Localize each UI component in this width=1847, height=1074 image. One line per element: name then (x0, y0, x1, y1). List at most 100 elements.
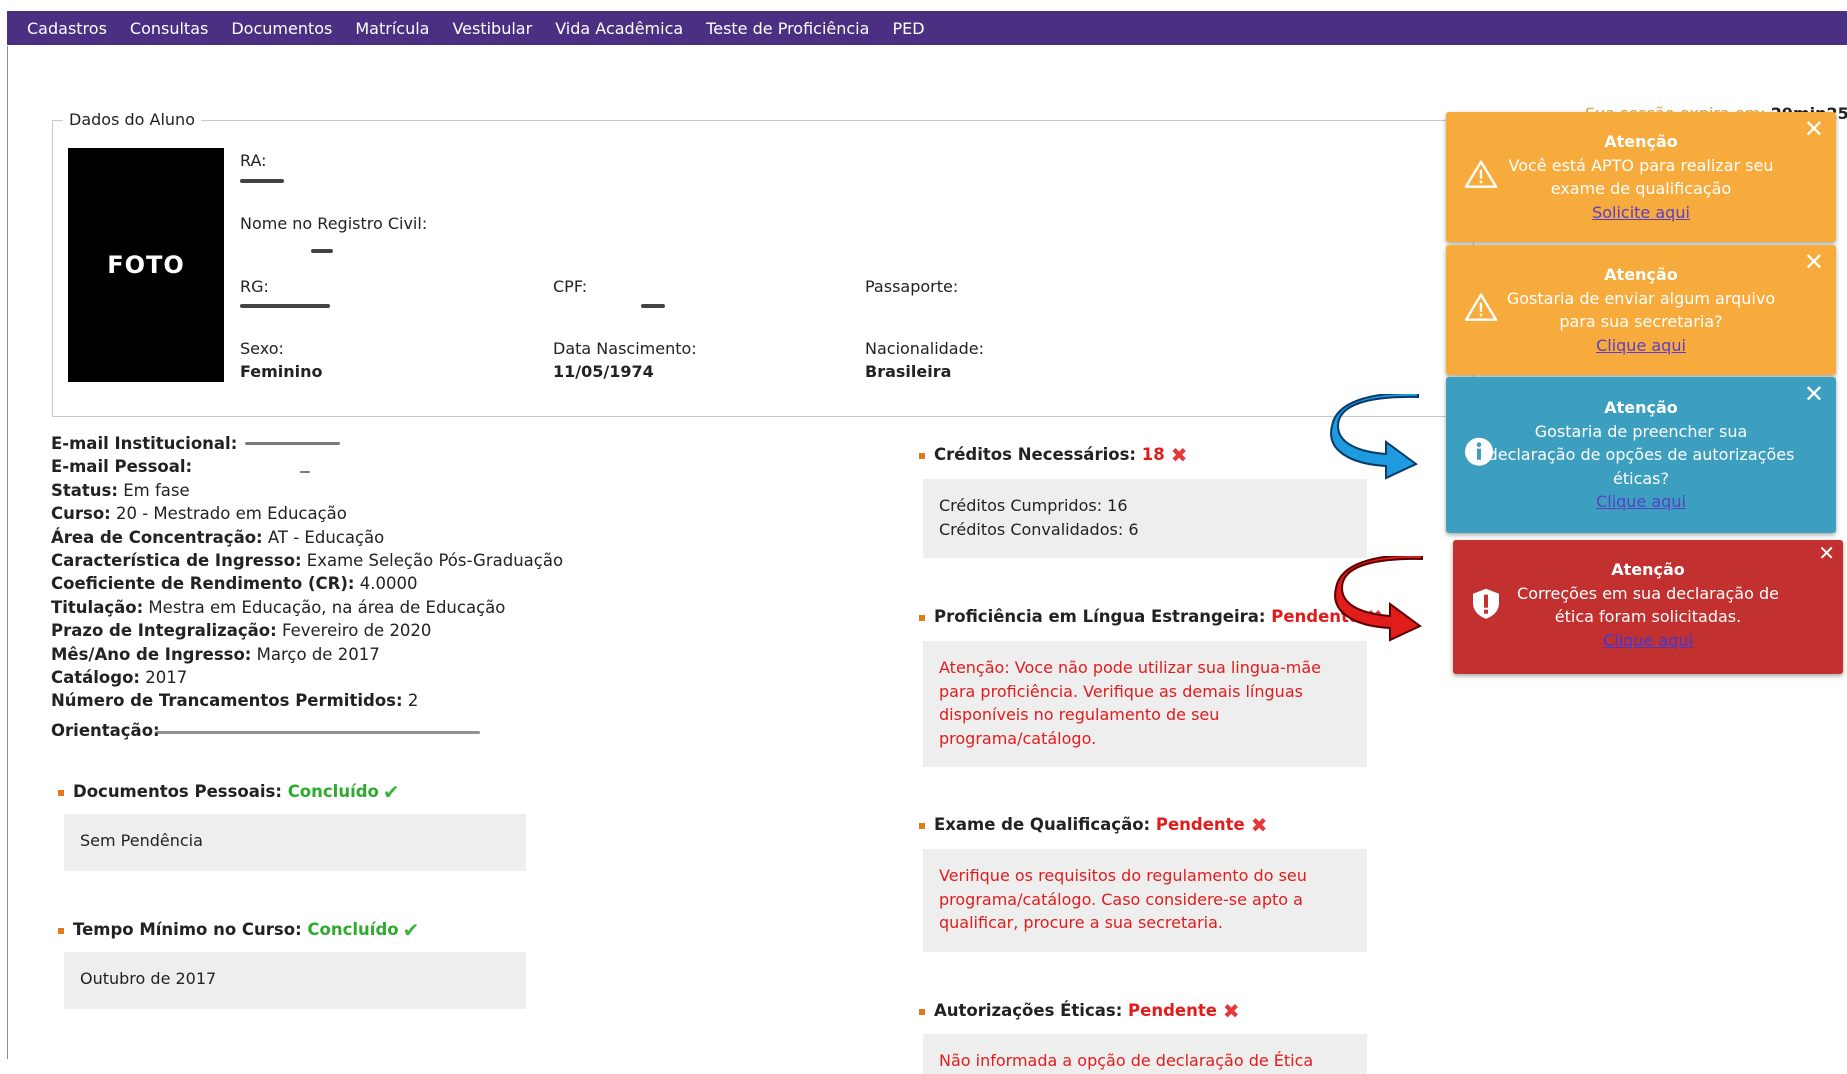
x-icon: ✖ (1170, 443, 1188, 467)
student-photo: FOTO (68, 148, 224, 382)
proficiencia-title: Proficiência em Língua Estrangeira: (934, 607, 1266, 626)
toast-line: declaração de opções de autorizações (1487, 445, 1795, 465)
bullet-icon (919, 822, 925, 829)
info-label: E-mail Pessoal: (51, 457, 193, 477)
info-row: Área de Concentração: AT - Educação (51, 526, 563, 549)
nav-consultas[interactable]: Consultas (130, 19, 208, 38)
student-info-list: E-mail Institucional: E-mail Pessoal: St… (51, 432, 563, 742)
close-icon[interactable]: ✕ (1818, 541, 1835, 566)
bullet-icon (58, 789, 64, 796)
autorizacoes-title: Autorizações Éticas: (934, 1001, 1123, 1020)
nav-vestibular[interactable]: Vestibular (452, 19, 532, 38)
toast-link[interactable]: Solicite aqui (1446, 201, 1836, 225)
info-value: 4.0000 (354, 574, 418, 594)
close-icon[interactable]: ✕ (1804, 117, 1824, 142)
info-label: Mês/Ano de Ingresso: (51, 644, 252, 664)
creditos-status: 18 (1141, 445, 1165, 464)
tempo-box-text: Outubro de 2017 (80, 969, 217, 988)
toast-line: éticas? (1613, 468, 1669, 488)
nome-label: Nome no Registro Civil: (240, 214, 428, 233)
info-value: Em fase (117, 480, 190, 500)
docs-box-text: Sem Pendência (80, 831, 203, 850)
nacionalidade-value: Brasileira (865, 362, 952, 381)
info-row: Status: Em fase (51, 479, 563, 502)
toast-line: para sua secretaria? (1559, 312, 1723, 332)
close-icon[interactable]: ✕ (1804, 250, 1824, 275)
info-icon (1464, 437, 1494, 474)
nav-documentos[interactable]: Documentos (231, 19, 332, 38)
info-label: Característica de Ingresso: (51, 550, 302, 570)
toast-autorizacoes: ✕ Atenção Gostaria de preencher sua decl… (1446, 377, 1836, 533)
nav-ped[interactable]: PED (892, 19, 924, 38)
email-pessoal-redacted (300, 471, 310, 473)
nav-cadastros[interactable]: Cadastros (27, 19, 107, 38)
email-inst-redacted (245, 442, 340, 445)
toast-arquivo: ✕ Atenção Gostaria de enviar algum arqui… (1446, 245, 1836, 375)
tempo-title: Tempo Mínimo no Curso: (73, 920, 302, 939)
info-label: Prazo de Integralização: (51, 621, 277, 641)
toast-title: Atenção (1604, 398, 1678, 417)
nome-value-redacted (311, 249, 333, 253)
nav-matricula[interactable]: Matrícula (355, 19, 429, 38)
bullet-icon (919, 614, 925, 621)
toast-line: Você está APTO para realizar seu (1508, 155, 1774, 175)
autorizacoes-status: Pendente (1128, 1001, 1217, 1020)
creditos-title: Créditos Necessários: (934, 445, 1136, 464)
creditos-box: Créditos Cumpridos: 16 Créditos Convalid… (923, 479, 1367, 558)
proficiencia-section-title: Proficiência em Língua Estrangeira: Pend… (919, 605, 1383, 629)
info-label: Área de Concentração: (51, 527, 263, 547)
toast-link[interactable]: Clique aqui (1446, 334, 1836, 358)
proficiencia-box-text: Atenção: Voce não pode utilizar sua ling… (939, 658, 1321, 748)
bullet-icon (58, 927, 64, 934)
autorizacoes-section-title: Autorizações Éticas: Pendente ✖ (919, 999, 1240, 1023)
info-value: 20 - Mestrado em Educação (110, 504, 347, 524)
check-icon: ✔ (402, 918, 420, 942)
x-icon: ✖ (1250, 813, 1268, 837)
sexo-value: Feminino (240, 362, 323, 381)
autorizacoes-box-text: Não informada a opção de declaração de É… (939, 1051, 1314, 1070)
info-label: Status: (51, 480, 118, 500)
warning-icon (1464, 292, 1498, 329)
photo-label: FOTO (107, 251, 185, 279)
bullet-icon (919, 452, 925, 459)
info-row: Catálogo: 2017 (51, 666, 563, 689)
toast-qualificacao: ✕ Atenção Você está APTO para realizar s… (1446, 112, 1836, 242)
toast-line: Correções em sua declaração de (1517, 583, 1779, 603)
toast-link[interactable]: Clique aqui (1453, 629, 1843, 653)
check-icon: ✔ (382, 780, 400, 804)
ra-value-redacted (240, 179, 284, 183)
toast-line: exame de qualificação (1550, 179, 1732, 199)
info-label: Coeficiente de Rendimento (CR): (51, 574, 355, 594)
info-value: Fevereiro de 2020 (276, 621, 432, 641)
docs-title: Documentos Pessoais: (73, 782, 282, 801)
info-value: Exame Seleção Pós-Graduação (301, 550, 564, 570)
info-label: Titulação: (51, 597, 144, 617)
nav-vida-academica[interactable]: Vida Acadêmica (555, 19, 683, 38)
creditos-section-title: Créditos Necessários: 18 ✖ (919, 443, 1187, 467)
rg-value-redacted (240, 304, 330, 308)
info-value: 2 (402, 691, 419, 711)
close-icon[interactable]: ✕ (1804, 382, 1824, 407)
toast-line: Gostaria de preencher sua (1534, 421, 1748, 441)
toast-link[interactable]: Clique aqui (1446, 490, 1836, 514)
nascimento-label: Data Nascimento: (553, 339, 697, 358)
info-row: Curso: 20 - Mestrado em Educação (51, 502, 563, 525)
info-label: Número de Trancamentos Permitidos: (51, 691, 403, 711)
sexo-label: Sexo: (240, 339, 284, 358)
info-label: Catálogo: (51, 667, 141, 687)
nascimento-value: 11/05/1974 (553, 362, 654, 381)
passaporte-label: Passaporte: (865, 277, 959, 296)
toast-correcoes-etica: ✕ Atenção Correções em sua declaração de… (1453, 540, 1843, 674)
toast-title: Atenção (1611, 560, 1685, 579)
info-row: E-mail Pessoal: (51, 455, 563, 478)
orientacao-redacted (155, 731, 480, 734)
nav-teste-proficiencia[interactable]: Teste de Proficiência (706, 19, 869, 38)
exame-box: Verifique os requisitos do regulamento d… (923, 849, 1367, 952)
info-row: Coeficiente de Rendimento (CR): 4.0000 (51, 572, 563, 595)
docs-box: Sem Pendência (64, 814, 526, 871)
student-data-fieldset: Dados do Aluno FOTO RA: Nome no Registro… (52, 110, 1474, 417)
exame-title: Exame de Qualificação: (934, 815, 1151, 834)
info-label: Curso: (51, 504, 111, 524)
info-value: 2017 (140, 667, 188, 687)
proficiencia-box: Atenção: Voce não pode utilizar sua ling… (923, 641, 1367, 767)
